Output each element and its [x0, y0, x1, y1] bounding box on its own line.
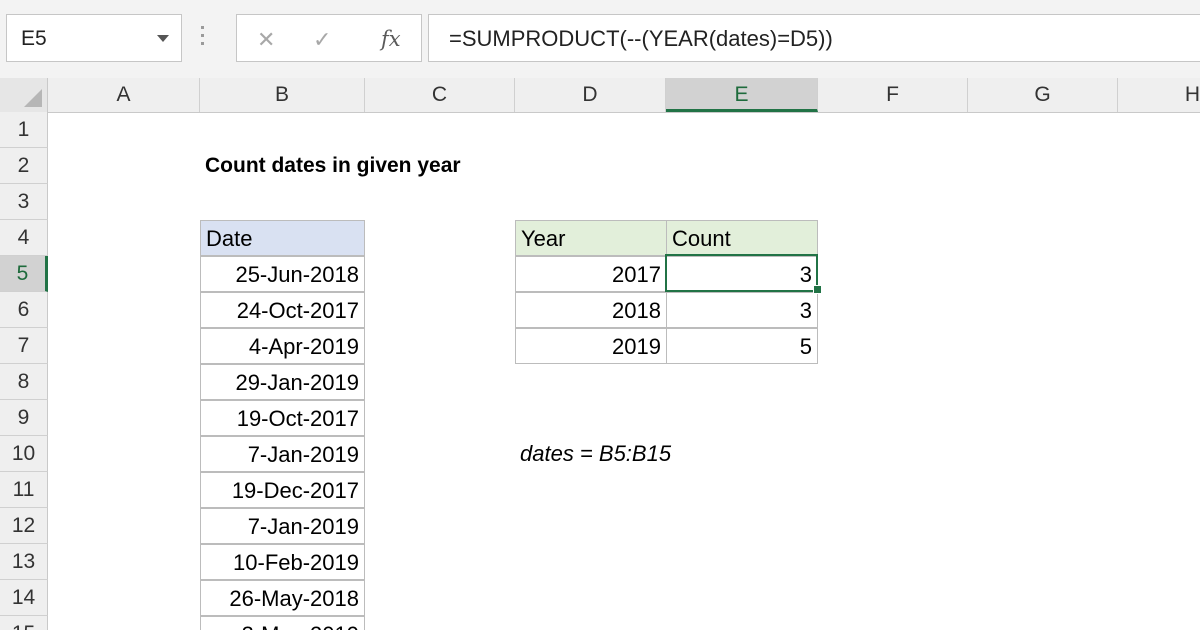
insert-function-icon[interactable]: fx: [381, 27, 401, 51]
chevron-down-icon[interactable]: [157, 35, 169, 42]
date-cell[interactable]: 19-Dec-2017: [200, 472, 365, 508]
year-column-header[interactable]: Year: [515, 220, 667, 256]
column-header-h[interactable]: H: [1118, 78, 1200, 112]
row-header-5[interactable]: 5: [0, 256, 48, 292]
year-cell[interactable]: 2019: [515, 328, 667, 364]
year-cell[interactable]: 2017: [515, 256, 667, 292]
row-header-6[interactable]: 6: [0, 292, 48, 328]
date-cell[interactable]: 3-May-2019: [200, 616, 365, 630]
date-cell[interactable]: 25-Jun-2018: [200, 256, 365, 292]
column-header-b[interactable]: B: [200, 78, 365, 112]
date-column-header[interactable]: Date: [200, 220, 365, 256]
column-header-c[interactable]: C: [365, 78, 515, 112]
named-range-note[interactable]: dates = B5:B15: [515, 436, 815, 472]
column-header-a[interactable]: A: [48, 78, 200, 112]
row-header-7[interactable]: 7: [0, 328, 48, 364]
date-cell[interactable]: 10-Feb-2019: [200, 544, 365, 580]
formula-bar-buttons: ✕ ✓ fx: [236, 14, 422, 62]
formula-bar: E5 ✕ ✓ fx =SUMPRODUCT(--(YEAR(dates)=D5)…: [0, 0, 1200, 78]
column-header-g[interactable]: G: [968, 78, 1118, 112]
date-cell[interactable]: 24-Oct-2017: [200, 292, 365, 328]
enter-icon[interactable]: ✓: [313, 27, 331, 53]
row-header-8[interactable]: 8: [0, 364, 48, 400]
year-cell[interactable]: 2018: [515, 292, 667, 328]
formula-input[interactable]: =SUMPRODUCT(--(YEAR(dates)=D5)): [428, 14, 1200, 62]
row-header-2[interactable]: 2: [0, 148, 48, 184]
row-header-3[interactable]: 3: [0, 184, 48, 220]
date-cell[interactable]: 7-Jan-2019: [200, 508, 365, 544]
date-cell[interactable]: 7-Jan-2019: [200, 436, 365, 472]
column-header-f[interactable]: F: [818, 78, 968, 112]
column-header-e[interactable]: E: [666, 78, 818, 112]
count-column-header[interactable]: Count: [666, 220, 818, 256]
row-header-10[interactable]: 10: [0, 436, 48, 472]
sheet-title[interactable]: Count dates in given year: [200, 148, 600, 184]
count-cell[interactable]: 3: [666, 292, 818, 328]
column-header-d[interactable]: D: [515, 78, 666, 112]
formula-text: =SUMPRODUCT(--(YEAR(dates)=D5)): [449, 26, 833, 51]
date-cell[interactable]: 19-Oct-2017: [200, 400, 365, 436]
cancel-icon[interactable]: ✕: [257, 27, 275, 53]
count-cell[interactable]: 5: [666, 328, 818, 364]
row-header-12[interactable]: 12: [0, 508, 48, 544]
drag-handle-icon[interactable]: [201, 26, 205, 48]
name-box-value: E5: [21, 27, 47, 50]
select-all-icon: [24, 89, 42, 107]
row-header-4[interactable]: 4: [0, 220, 48, 256]
date-cell[interactable]: 26-May-2018: [200, 580, 365, 616]
row-header-11[interactable]: 11: [0, 472, 48, 508]
worksheet: A B C D E F G H 1 2 3 4 5 6 7 8 9 10 11 …: [0, 78, 1200, 630]
row-header-1[interactable]: 1: [0, 112, 48, 148]
row-header-14[interactable]: 14: [0, 580, 48, 616]
row-header-15[interactable]: 15: [0, 616, 48, 630]
active-cell-border: [665, 254, 818, 292]
date-cell[interactable]: 29-Jan-2019: [200, 364, 365, 400]
fill-handle[interactable]: [813, 285, 822, 294]
date-cell[interactable]: 4-Apr-2019: [200, 328, 365, 364]
name-box[interactable]: E5: [6, 14, 182, 62]
select-all-button[interactable]: [0, 78, 48, 112]
row-header-9[interactable]: 9: [0, 400, 48, 436]
row-header-13[interactable]: 13: [0, 544, 48, 580]
column-headers: A B C D E F G H: [0, 78, 1200, 113]
